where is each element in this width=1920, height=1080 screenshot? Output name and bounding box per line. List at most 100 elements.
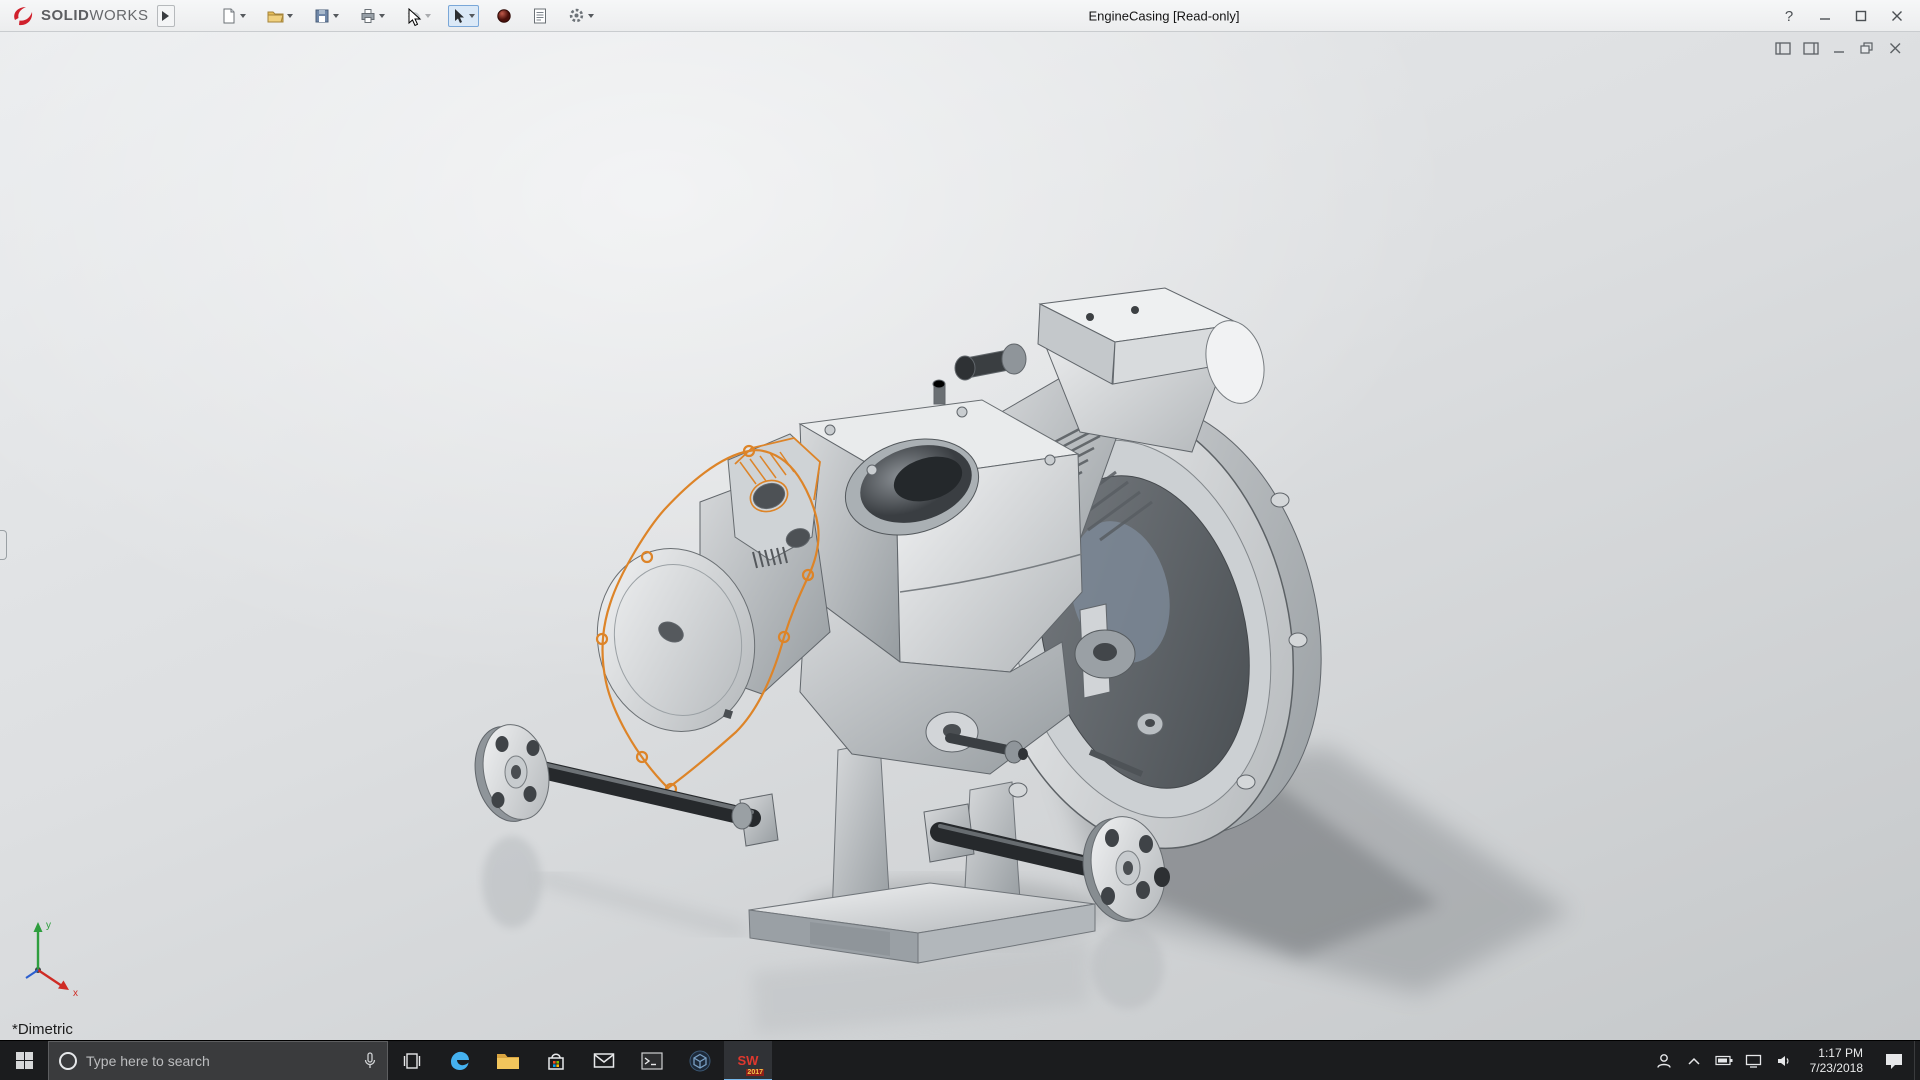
pane-left-button[interactable]	[1774, 40, 1792, 56]
file-explorer-icon	[496, 1051, 520, 1071]
sw-year-badge: 2017	[746, 1069, 764, 1076]
taskbar-search[interactable]	[48, 1041, 388, 1080]
edge-button[interactable]	[436, 1041, 484, 1080]
brand-works: WORKS	[89, 7, 148, 24]
save-button[interactable]	[310, 5, 343, 27]
file-properties-icon	[533, 8, 547, 24]
solidworks-taskbar-button[interactable]: SW 2017	[724, 1041, 772, 1080]
mail-button[interactable]	[580, 1041, 628, 1080]
action-center-icon	[1884, 1052, 1904, 1070]
clock-time: 1:17 PM	[1818, 1046, 1863, 1061]
microphone-icon[interactable]	[363, 1052, 377, 1070]
file-properties-button[interactable]	[529, 5, 551, 27]
chevron-down-icon[interactable]	[588, 14, 594, 18]
help-button[interactable]: ?	[1774, 3, 1804, 29]
brand-text: SOLIDWORKS	[41, 7, 149, 24]
minimize-icon	[1819, 10, 1831, 22]
mail-icon	[593, 1052, 615, 1069]
triad-x-label: x	[73, 988, 78, 999]
pane-right-button[interactable]	[1802, 40, 1820, 56]
taskbar-clock[interactable]: 1:17 PM 7/23/2018	[1799, 1046, 1874, 1076]
print-icon	[360, 8, 376, 24]
options-button[interactable]	[564, 4, 598, 27]
maximize-button[interactable]	[1846, 3, 1876, 29]
minimize-button[interactable]	[1810, 3, 1840, 29]
task-view-icon	[402, 1053, 422, 1069]
dark-3d-app-icon	[689, 1050, 711, 1072]
doc-minimize-icon	[1833, 42, 1846, 55]
store-icon	[545, 1050, 567, 1072]
search-input[interactable]	[86, 1053, 354, 1069]
clock-date: 7/23/2018	[1810, 1061, 1863, 1076]
tray-overflow-button[interactable]	[1679, 1041, 1709, 1080]
show-desktop-button[interactable]	[1914, 1041, 1920, 1080]
maximize-icon	[1855, 10, 1867, 22]
triad-y-label: y	[46, 920, 51, 931]
doc-close-button[interactable]	[1886, 40, 1904, 56]
select-cursor-icon	[452, 8, 466, 24]
print-button[interactable]	[356, 5, 389, 27]
doc-minimize-button[interactable]	[1830, 40, 1848, 56]
graphics-viewport[interactable]: y x *Dimetric	[0, 32, 1920, 1040]
file-explorer-button[interactable]	[484, 1041, 532, 1080]
chevron-down-icon[interactable]	[287, 14, 293, 18]
close-button[interactable]	[1882, 3, 1912, 29]
chevron-up-icon	[1687, 1056, 1701, 1066]
network-icon	[1745, 1054, 1762, 1068]
chevron-down-icon[interactable]	[333, 14, 339, 18]
sw-glyph: SW	[738, 1053, 759, 1068]
select-tool-button[interactable]	[448, 5, 479, 27]
chevron-down-icon[interactable]	[425, 14, 431, 18]
solidworks-window: SOLIDWORKS	[0, 0, 1920, 1080]
battery-button[interactable]	[1709, 1041, 1739, 1080]
chevron-down-icon[interactable]	[240, 14, 246, 18]
chevron-down-icon[interactable]	[379, 14, 385, 18]
undo-button[interactable]	[402, 5, 435, 27]
rebuild-button[interactable]	[492, 5, 516, 27]
rebuild-sphere-icon	[496, 8, 512, 24]
chevron-down-icon[interactable]	[469, 14, 475, 18]
menu-flyout-button[interactable]	[157, 5, 175, 27]
doc-restore-icon	[1860, 42, 1874, 55]
flyout-arrow-icon	[162, 11, 169, 21]
cortana-icon	[59, 1052, 77, 1070]
document-window-controls	[1774, 40, 1904, 56]
pane-left-icon	[1775, 42, 1791, 55]
solidworks-logo: SOLIDWORKS	[10, 5, 149, 27]
orientation-triad: y x	[16, 914, 100, 1000]
edge-icon	[448, 1049, 472, 1073]
open-button[interactable]	[263, 5, 297, 27]
document-title: EngineCasing [Read-only]	[1088, 8, 1239, 23]
open-folder-icon	[267, 8, 284, 24]
system-tray: 1:17 PM 7/23/2018	[1649, 1041, 1920, 1080]
windows-taskbar: SW 2017	[0, 1040, 1920, 1080]
network-button[interactable]	[1739, 1041, 1769, 1080]
store-button[interactable]	[532, 1041, 580, 1080]
save-icon	[314, 8, 330, 24]
doc-restore-button[interactable]	[1858, 40, 1876, 56]
pane-right-icon	[1803, 42, 1819, 55]
battery-icon	[1715, 1055, 1733, 1066]
start-button[interactable]	[0, 1041, 48, 1080]
gear-icon	[568, 7, 585, 24]
action-center-button[interactable]	[1874, 1041, 1914, 1080]
people-icon	[1655, 1053, 1673, 1069]
windows-logo-icon	[16, 1052, 33, 1069]
task-view-button[interactable]	[388, 1041, 436, 1080]
command-prompt-button[interactable]	[628, 1041, 676, 1080]
people-button[interactable]	[1649, 1041, 1679, 1080]
doc-close-icon	[1889, 42, 1902, 55]
engine-casing-model[interactable]	[0, 32, 1920, 1040]
command-prompt-icon	[641, 1052, 663, 1070]
close-icon	[1891, 10, 1903, 22]
window-controls: ?	[1774, 0, 1912, 32]
quick-toolbar	[217, 4, 598, 27]
brand-solid: SOLID	[41, 7, 89, 24]
new-document-button[interactable]	[217, 5, 250, 27]
titlebar: SOLIDWORKS	[0, 0, 1920, 32]
volume-button[interactable]	[1769, 1041, 1799, 1080]
new-document-icon	[221, 8, 237, 24]
undo-icon	[406, 8, 422, 24]
dark-3d-app-button[interactable]	[676, 1041, 724, 1080]
solidworks-logo-icon	[10, 5, 36, 27]
